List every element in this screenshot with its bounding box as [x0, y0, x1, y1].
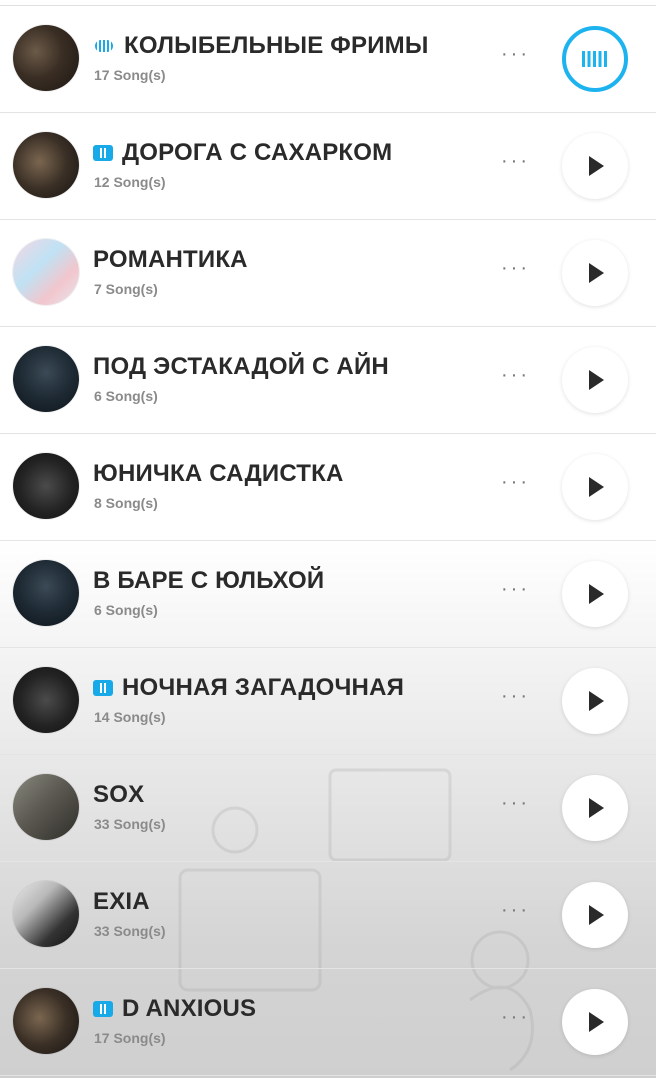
playlist-title-line: ЮНИЧКА САДИСТКА: [93, 460, 344, 488]
play-button[interactable]: [562, 668, 628, 734]
more-dots-icon[interactable]: ···: [501, 472, 530, 492]
cover-image: [13, 881, 79, 947]
cover-image: [13, 774, 79, 840]
playlist-cover: [13, 774, 79, 840]
playlist-song-count: 17 Song(s): [94, 1030, 166, 1046]
playlist-cover: [13, 239, 79, 305]
playlist-title-line: НОЧНАЯ ЗАГАДОЧНАЯ: [93, 674, 404, 702]
cover-image: [13, 667, 79, 733]
playlist-song-count: 8 Song(s): [94, 495, 158, 511]
cover-image: [13, 988, 79, 1054]
more-dots-icon[interactable]: ···: [501, 579, 530, 599]
playlist-title: НОЧНАЯ ЗАГАДОЧНАЯ: [122, 674, 405, 701]
playlist-cover: [13, 25, 79, 91]
playlist-title: В БАРЕ С ЮЛЬХОЙ: [93, 567, 325, 594]
more-dots-icon[interactable]: ···: [501, 44, 530, 64]
play-button[interactable]: [562, 775, 628, 841]
play-button[interactable]: [562, 347, 628, 413]
playlist-title-line: В БАРЕ С ЮЛЬХОЙ: [93, 567, 324, 595]
equalizer-icon: [582, 51, 608, 67]
play-icon: [589, 691, 604, 711]
play-icon: [589, 156, 604, 176]
playlist-song-count: 6 Song(s): [94, 388, 158, 404]
download-badge-icon: [93, 680, 113, 696]
playlist-cover: [13, 560, 79, 626]
play-icon: [589, 905, 604, 925]
playlist-title-line: ДОРОГА С САХАРКОМ: [93, 139, 392, 167]
play-icon: [589, 798, 604, 818]
play-button[interactable]: [562, 133, 628, 199]
playlist-row[interactable]: В БАРЕ С ЮЛЬХОЙ 6 Song(s) ···: [0, 541, 656, 648]
playlist-title: ДОРОГА С САХАРКОМ: [122, 139, 393, 166]
playlist-title-line: КОЛЫБЕЛЬНЫЕ ФРИМЫ: [93, 32, 429, 60]
playlist-song-count: 12 Song(s): [94, 174, 166, 190]
more-dots-icon[interactable]: ···: [501, 686, 530, 706]
more-dots-icon[interactable]: ···: [501, 258, 530, 278]
playlist-song-count: 6 Song(s): [94, 602, 158, 618]
cover-image: [13, 239, 79, 305]
playlist-row[interactable]: ЮНИЧКА САДИСТКА 8 Song(s) ···: [0, 434, 656, 541]
cover-image: [13, 132, 79, 198]
playlist-title-line: ПОД ЭСТАКАДОЙ С АЙН: [93, 353, 389, 381]
play-button[interactable]: [562, 882, 628, 948]
playlist-cover: [13, 132, 79, 198]
playlist-list: КОЛЫБЕЛЬНЫЕ ФРИМЫ 17 Song(s) ··· ДОРОГА С С…: [0, 6, 656, 1076]
cover-image: [13, 453, 79, 519]
playlist-row[interactable]: SOX 33 Song(s) ···: [0, 755, 656, 862]
playlist-title-line: SOX: [93, 781, 144, 809]
playlist-row[interactable]: D ANXIOUS 17 Song(s) ···: [0, 969, 656, 1076]
playlist-title-line: РОМАНТИКА: [93, 246, 248, 274]
playlist-row[interactable]: ПОД ЭСТАКАДОЙ С АЙН 6 Song(s) ···: [0, 327, 656, 434]
playlist-row[interactable]: ДОРОГА С САХАРКОМ 12 Song(s) ···: [0, 113, 656, 220]
playlist-title: D ANXIOUS: [122, 995, 257, 1022]
playlist-row[interactable]: КОЛЫБЕЛЬНЫЕ ФРИМЫ 17 Song(s) ···: [0, 6, 656, 113]
play-icon: [589, 263, 604, 283]
playlist-title: EXIA: [93, 888, 150, 915]
play-icon: [589, 1012, 604, 1032]
playlist-title: SOX: [93, 781, 145, 808]
more-dots-icon[interactable]: ···: [501, 151, 530, 171]
play-icon: [589, 584, 604, 604]
more-dots-icon[interactable]: ···: [501, 900, 530, 920]
playlist-title: ПОД ЭСТАКАДОЙ С АЙН: [93, 353, 389, 380]
playlist-song-count: 33 Song(s): [94, 816, 166, 832]
playlist-song-count: 14 Song(s): [94, 709, 166, 725]
playlist-row[interactable]: РОМАНТИКА 7 Song(s) ···: [0, 220, 656, 327]
playlist-title-line: D ANXIOUS: [93, 995, 256, 1023]
playlist-title: РОМАНТИКА: [93, 246, 248, 273]
playlist-title-line: EXIA: [93, 888, 150, 916]
play-button[interactable]: [562, 240, 628, 306]
play-button[interactable]: [562, 561, 628, 627]
more-dots-icon[interactable]: ···: [501, 793, 530, 813]
playlist-song-count: 7 Song(s): [94, 281, 158, 297]
playlist-row[interactable]: НОЧНАЯ ЗАГАДОЧНАЯ 14 Song(s) ···: [0, 648, 656, 755]
playlist-row[interactable]: EXIA 33 Song(s) ···: [0, 862, 656, 969]
playlist-cover: [13, 346, 79, 412]
playlist-cover: [13, 881, 79, 947]
cover-image: [13, 25, 79, 91]
play-button[interactable]: [562, 989, 628, 1055]
playlist-cover: [13, 667, 79, 733]
cover-image: [13, 346, 79, 412]
cover-image: [13, 560, 79, 626]
playlist-song-count: 33 Song(s): [94, 923, 166, 939]
playlist-title: ЮНИЧКА САДИСТКА: [93, 460, 344, 487]
playing-button[interactable]: [562, 26, 628, 92]
wave-icon: [93, 38, 115, 54]
download-badge-icon: [93, 1001, 113, 1017]
playlist-cover: [13, 988, 79, 1054]
play-icon: [589, 477, 604, 497]
play-icon: [589, 370, 604, 390]
playlist-song-count: 17 Song(s): [94, 67, 166, 83]
playlist-cover: [13, 453, 79, 519]
playlist-title: КОЛЫБЕЛЬНЫЕ ФРИМЫ: [124, 32, 429, 59]
download-badge-icon: [93, 145, 113, 161]
more-dots-icon[interactable]: ···: [501, 1007, 530, 1027]
more-dots-icon[interactable]: ···: [501, 365, 530, 385]
play-button[interactable]: [562, 454, 628, 520]
